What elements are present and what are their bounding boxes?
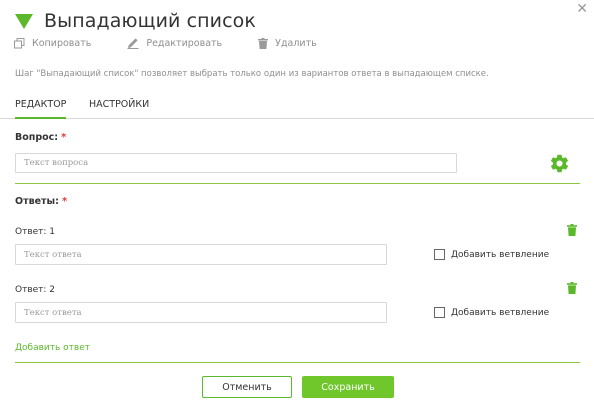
pencil-icon — [127, 38, 139, 49]
branch-label: Добавить ветвление — [451, 307, 550, 318]
required-mark: * — [61, 196, 68, 207]
edit-button[interactable]: Редактировать — [127, 37, 222, 49]
answer-2-input[interactable] — [15, 302, 387, 323]
collapse-triangle-icon[interactable] — [15, 13, 33, 29]
branch-label: Добавить ветвление — [451, 249, 550, 260]
tab-editor[interactable]: РЕДАКТОР — [15, 99, 67, 119]
copy-label: Копировать — [32, 37, 92, 49]
answers-separator — [15, 362, 580, 363]
checkbox-box[interactable] — [434, 249, 445, 260]
toolbar: Копировать Редактировать Удалить — [14, 37, 353, 49]
dropdown-step-dialog: Выпадающий список ✕ Копировать Редактиро… — [0, 0, 594, 404]
answer-1-branch-checkbox[interactable]: Добавить ветвление — [434, 249, 549, 260]
trash-icon — [258, 37, 269, 49]
answers-label-row: Ответы: * — [15, 196, 67, 207]
delete-answer-1-trash-icon[interactable] — [567, 221, 577, 240]
tab-settings[interactable]: НАСТРОЙКИ — [89, 99, 149, 117]
answer-1-input[interactable] — [15, 244, 387, 265]
dialog-title: Выпадающий список — [44, 10, 256, 32]
close-icon[interactable]: ✕ — [576, 2, 588, 16]
copy-icon — [14, 37, 25, 48]
copy-button[interactable]: Копировать — [14, 37, 92, 49]
gear-icon[interactable] — [549, 153, 570, 178]
answer-1-label: Ответ: 1 — [15, 227, 56, 237]
answer-2-label: Ответ: 2 — [15, 285, 56, 295]
step-description: Шаг "Выпадающий список" позволяет выбрат… — [15, 69, 489, 79]
question-label: Вопрос: — [15, 132, 59, 143]
required-mark: * — [61, 132, 67, 143]
delete-label: Удалить — [275, 37, 317, 49]
question-input[interactable] — [15, 153, 457, 173]
checkbox-box[interactable] — [434, 307, 445, 318]
answers-label: Ответы: — [15, 196, 59, 207]
tab-bar: РЕДАКТОР НАСТРОЙКИ — [0, 99, 594, 119]
add-answer-link[interactable]: Добавить ответ — [15, 343, 90, 353]
question-separator — [15, 183, 580, 184]
save-button[interactable]: Сохранить — [302, 376, 394, 398]
dialog-header: Выпадающий список — [15, 7, 256, 35]
question-label-row: Вопрос: * — [15, 132, 66, 143]
cancel-button[interactable]: Отменить — [202, 376, 292, 398]
answer-2-branch-checkbox[interactable]: Добавить ветвление — [434, 307, 549, 318]
delete-answer-2-trash-icon[interactable] — [567, 279, 577, 298]
edit-label: Редактировать — [146, 37, 223, 49]
delete-button[interactable]: Удалить — [258, 37, 317, 49]
